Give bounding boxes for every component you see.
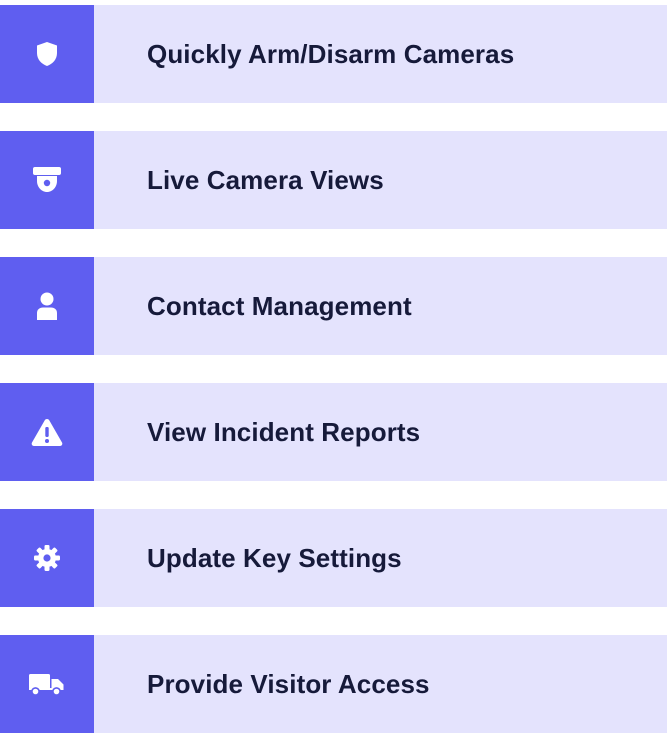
feature-arm-disarm-cameras[interactable]: Quickly Arm/Disarm Cameras [0,5,667,103]
label-tile: Contact Management [94,257,667,355]
feature-label: View Incident Reports [147,416,421,447]
feature-label: Live Camera Views [147,164,384,195]
feature-label: Contact Management [147,290,412,321]
feature-incident-reports[interactable]: View Incident Reports [0,383,667,481]
feature-label: Quickly Arm/Disarm Cameras [147,38,515,69]
gear-icon [34,545,60,571]
label-tile: View Incident Reports [94,383,667,481]
label-tile: Quickly Arm/Disarm Cameras [94,5,667,103]
shield-icon [36,41,58,67]
truck-icon [29,672,65,696]
icon-tile [0,131,94,229]
feature-label: Update Key Settings [147,542,402,573]
feature-live-camera-views[interactable]: Live Camera Views [0,131,667,229]
icon-tile [0,635,94,733]
label-tile: Provide Visitor Access [94,635,667,733]
feature-contact-management[interactable]: Contact Management [0,257,667,355]
icon-tile [0,5,94,103]
feature-visitor-access[interactable]: Provide Visitor Access [0,635,667,733]
security-camera-icon [33,167,61,193]
icon-tile [0,383,94,481]
label-tile: Live Camera Views [94,131,667,229]
feature-list: Quickly Arm/Disarm Cameras Live Camera V… [0,5,667,733]
person-icon [35,292,59,320]
label-tile: Update Key Settings [94,509,667,607]
feature-update-settings[interactable]: Update Key Settings [0,509,667,607]
icon-tile [0,257,94,355]
warning-icon [31,418,63,446]
feature-label: Provide Visitor Access [147,668,430,699]
icon-tile [0,509,94,607]
